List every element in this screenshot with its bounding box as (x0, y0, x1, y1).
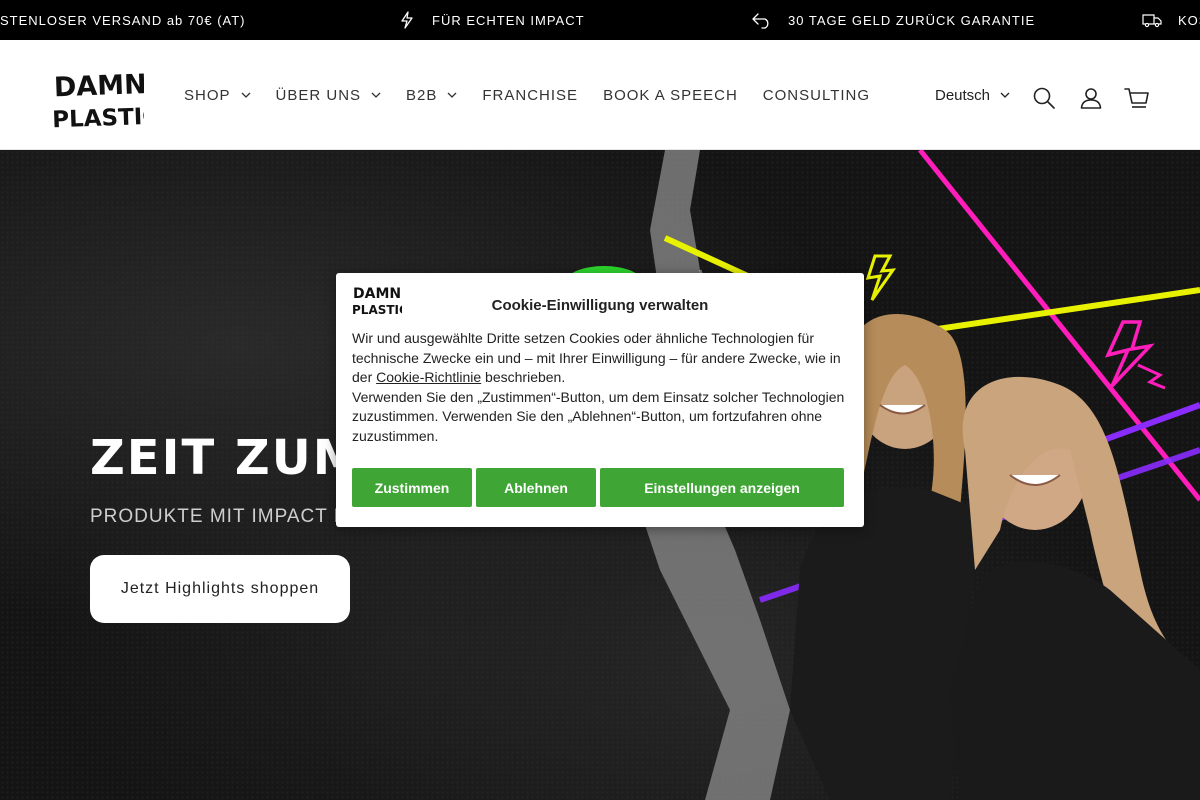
logo-word-plastic: PLASTIC (52, 104, 144, 130)
site-header: DAMN PLASTIC SHOP ÜBER UNS B2B FRANCHISE… (0, 40, 1200, 150)
nav-label: BOOK A SPEECH (603, 86, 738, 104)
truck-icon (1142, 14, 1162, 28)
lightning-icon (401, 11, 413, 29)
cookie-dialog-title: Cookie-Einwilligung verwalten (491, 297, 709, 314)
nav-label: ÜBER UNS (275, 86, 362, 104)
search-icon[interactable] (1031, 85, 1057, 111)
chevron-down-icon (447, 92, 457, 98)
nav-item-franchise[interactable]: FRANCHISE (482, 87, 578, 104)
nav-item-shop[interactable]: SHOP (184, 87, 251, 104)
hero-subtitle: PRODUKTE MIT IMPACT F (90, 506, 347, 527)
nav-label: SHOP (184, 86, 231, 104)
chevron-down-icon (1000, 92, 1010, 98)
announcement-text: FÜR ECHTEN IMPACT (432, 12, 585, 28)
language-label: Deutsch (935, 86, 991, 104)
person-left-shirt (790, 487, 980, 800)
announcement-text: 30 TAGE GELD ZURÜCK GARANTIE (788, 12, 1036, 28)
chevron-down-icon (241, 92, 250, 98)
doodle-lightning-yellow (865, 254, 897, 301)
chevron-down-icon (371, 92, 381, 98)
damn-plastic-logo[interactable]: DAMN PLASTIC (52, 68, 144, 130)
show-settings-button[interactable]: Einstellungen anzeigen (600, 468, 844, 507)
cookie-dialog-body: Wir und ausgewählte Dritte setzen Cookie… (352, 329, 852, 447)
doodle-zigzag-pink (1137, 363, 1166, 390)
person-right-shirt (950, 561, 1200, 800)
nav-item-book-a-speech[interactable]: BOOK A SPEECH (603, 87, 738, 104)
nav-label: B2B (406, 86, 438, 104)
cookie-policy-link[interactable]: Cookie-Richtlinie (376, 369, 481, 385)
cookie-text-part3: Verwenden Sie den „Zustimmen“-Button, um… (352, 388, 845, 444)
announcement-guarantee: 30 TAGE GELD ZURÜCK GARANTIE (752, 0, 1035, 40)
announcement-text: KOS (1178, 12, 1200, 28)
doodle-lightning-pink (1104, 320, 1155, 388)
announcement-free-shipping: STENLOSER VERSAND ab 70€ (AT) (0, 0, 246, 40)
decline-button[interactable]: Ablehnen (476, 468, 596, 507)
nav-item-consulting[interactable]: CONSULTING (763, 87, 870, 104)
announcement-bar: STENLOSER VERSAND ab 70€ (AT) FÜR ECHTEN… (0, 0, 1200, 40)
account-icon[interactable] (1078, 85, 1104, 111)
announcement-shipping-repeat: KOS (1142, 0, 1200, 40)
accept-button[interactable]: Zustimmen (352, 468, 472, 507)
nav-item-ueber-uns[interactable]: ÜBER UNS (276, 87, 382, 104)
logo-word-damn: DAMN (53, 69, 144, 103)
cart-icon[interactable] (1124, 85, 1150, 111)
main-nav: SHOP ÜBER UNS B2B FRANCHISE BOOK A SPEEC… (184, 40, 895, 150)
return-arrow-icon (752, 13, 769, 29)
announcement-impact: FÜR ECHTEN IMPACT (398, 0, 585, 40)
nav-label: FRANCHISE (482, 86, 579, 104)
cookie-text-part2: beschrieben. (481, 369, 566, 386)
cookie-consent-dialog: DAMN PLASTIC Cookie-Einwilligung verwalt… (336, 273, 864, 527)
nav-item-b2b[interactable]: B2B (406, 87, 457, 104)
language-selector[interactable]: Deutsch (935, 40, 1010, 150)
shop-highlights-button[interactable]: Jetzt Highlights shoppen (90, 555, 350, 623)
announcement-text: STENLOSER VERSAND ab 70€ (AT) (0, 12, 246, 28)
nav-label: CONSULTING (762, 86, 871, 104)
